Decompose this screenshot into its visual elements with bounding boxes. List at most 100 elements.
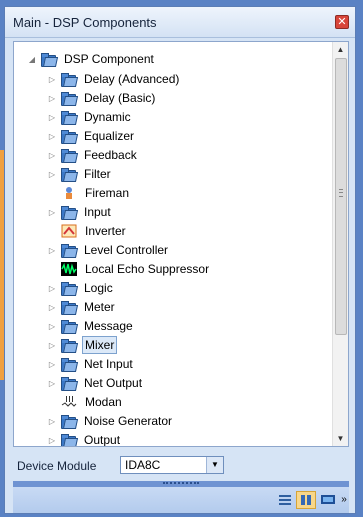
tree-item-delay-basic-[interactable]: ▷ Delay (Basic) — [48, 89, 157, 107]
component-tree[interactable]: ◢ DSP Component ▷ Delay (Advanced) ▷ Delay … — [13, 41, 349, 447]
tree-item-label: Net Output — [84, 376, 143, 390]
expand-arrow-icon[interactable]: ▷ — [48, 245, 56, 255]
device-module-bar: Device Module IDA8C ▼ — [13, 455, 349, 479]
splitter-grip-icon — [163, 482, 199, 484]
folder-icon — [60, 281, 79, 296]
tree-item-label: Input — [84, 205, 111, 219]
tree-root-label: DSP Component — [64, 52, 154, 66]
folder-icon — [60, 72, 79, 87]
expand-arrow-icon[interactable]: ▷ — [48, 112, 56, 122]
dsp-components-panel: Main - DSP Components ✕ ◢ DSP Component … — [4, 6, 356, 514]
folder-icon — [60, 205, 79, 220]
expand-arrow-icon[interactable]: ▷ — [48, 302, 56, 312]
inverter-icon — [60, 223, 78, 239]
scroll-down-arrow-icon[interactable]: ▼ — [333, 431, 348, 446]
folder-icon — [60, 129, 79, 144]
tree-item-label: Noise Generator — [84, 414, 173, 428]
folder-icon — [60, 167, 79, 182]
tree-item-label: Local Echo Suppressor — [85, 262, 210, 276]
dropdown-arrow-icon[interactable]: ▼ — [206, 457, 223, 473]
tree-item-level-controller[interactable]: ▷ Level Controller — [48, 241, 170, 259]
tree-connector — [48, 397, 56, 407]
folder-icon — [60, 376, 79, 391]
tree-connector — [48, 264, 56, 274]
tree-item-filter[interactable]: ▷ Filter — [48, 165, 113, 183]
tree-item-logic[interactable]: ▷ Logic — [48, 279, 115, 297]
expanded-arrow-icon[interactable]: ◢ — [28, 54, 36, 64]
tree-connector — [48, 226, 56, 236]
expand-arrow-icon[interactable]: ▷ — [48, 131, 56, 141]
device-module-select[interactable]: IDA8C ▼ — [120, 456, 224, 474]
tree-item-net-output[interactable]: ▷ Net Output — [48, 374, 144, 392]
bottom-toolbar: » — [13, 487, 349, 513]
fireman-icon — [60, 185, 78, 201]
tree-item-inverter[interactable]: Inverter — [48, 222, 128, 240]
tree-item-local-echo-suppressor[interactable]: Local Echo Suppressor — [48, 260, 211, 278]
expand-arrow-icon[interactable]: ▷ — [48, 359, 56, 369]
tree-item-label: Delay (Basic) — [84, 91, 156, 105]
tree-item-message[interactable]: ▷ Message — [48, 317, 135, 335]
tree-item-mixer[interactable]: ▷ Mixer — [48, 336, 118, 354]
expand-arrow-icon[interactable]: ▷ — [48, 340, 56, 350]
overflow-chevron-icon[interactable]: » — [339, 491, 349, 509]
tree-item-label: Equalizer — [84, 129, 135, 143]
expand-arrow-icon[interactable]: ▷ — [48, 207, 56, 217]
tree-item-label: Inverter — [85, 224, 126, 238]
tree-item-label: Filter — [84, 167, 111, 181]
folder-icon — [60, 300, 79, 315]
tree-item-equalizer[interactable]: ▷ Equalizer — [48, 127, 136, 145]
tree-item-feedback[interactable]: ▷ Feedback — [48, 146, 139, 164]
tree-item-meter[interactable]: ▷ Meter — [48, 298, 117, 316]
panel-titlebar: Main - DSP Components ✕ — [5, 7, 355, 38]
expand-arrow-icon[interactable]: ▷ — [48, 74, 56, 84]
tree-item-fireman[interactable]: Fireman — [48, 184, 131, 202]
close-button[interactable]: ✕ — [335, 15, 349, 29]
waveform-icon — [60, 261, 78, 277]
tree-connector — [48, 188, 56, 198]
expand-arrow-icon[interactable]: ▷ — [48, 150, 56, 160]
tree-item-noise-generator[interactable]: ▷ Noise Generator — [48, 412, 174, 430]
tree-item-label: Mixer — [82, 336, 118, 354]
scroll-up-arrow-icon[interactable]: ▲ — [333, 42, 348, 57]
split-view-icon[interactable] — [296, 491, 316, 509]
tree-item-output[interactable]: ▷ Output — [48, 431, 122, 446]
device-module-label: Device Module — [17, 459, 97, 473]
tree-item-label: Net Input — [84, 357, 133, 371]
tree-item-net-input[interactable]: ▷ Net Input — [48, 355, 135, 373]
modan-icon — [60, 394, 78, 410]
expand-arrow-icon[interactable]: ▷ — [48, 321, 56, 331]
tree-item-label: Modan — [85, 395, 122, 409]
folder-icon — [60, 319, 79, 334]
monitor-icon[interactable] — [318, 491, 338, 509]
expand-arrow-icon[interactable]: ▷ — [48, 93, 56, 103]
list-view-icon[interactable] — [275, 491, 295, 509]
vertical-scrollbar[interactable]: ▲ ▼ — [332, 42, 348, 446]
tree-item-label: Feedback — [84, 148, 137, 162]
tree-item-label: Dynamic — [84, 110, 131, 124]
tree-item-modan[interactable]: Modan — [48, 393, 124, 411]
tree-item-label: Message — [84, 319, 133, 333]
expand-arrow-icon[interactable]: ▷ — [48, 283, 56, 293]
tree-item-dynamic[interactable]: ▷ Dynamic — [48, 108, 133, 126]
folder-icon — [60, 414, 79, 429]
device-module-value: IDA8C — [125, 458, 161, 472]
expand-arrow-icon[interactable]: ▷ — [48, 435, 56, 445]
tree-item-delay-advanced-[interactable]: ▷ Delay (Advanced) — [48, 70, 181, 88]
scroll-thumb[interactable] — [335, 58, 347, 335]
panel-title: Main - DSP Components — [13, 15, 157, 30]
expand-arrow-icon[interactable]: ▷ — [48, 378, 56, 388]
folder-icon — [60, 148, 79, 163]
folder-icon — [60, 91, 79, 106]
expand-arrow-icon[interactable]: ▷ — [48, 169, 56, 179]
tree-item-label: Meter — [84, 300, 115, 314]
expand-arrow-icon[interactable]: ▷ — [48, 416, 56, 426]
folder-icon — [60, 433, 79, 446]
tree-root[interactable]: ◢ DSP Component — [28, 50, 156, 68]
folder-icon — [60, 357, 79, 372]
folder-icon — [60, 243, 79, 258]
tree-item-input[interactable]: ▷ Input — [48, 203, 113, 221]
tree-item-label: Fireman — [85, 186, 130, 200]
tree-item-label: Level Controller — [84, 243, 169, 257]
tree-item-label: Delay (Advanced) — [84, 72, 180, 86]
folder-icon — [60, 338, 79, 353]
